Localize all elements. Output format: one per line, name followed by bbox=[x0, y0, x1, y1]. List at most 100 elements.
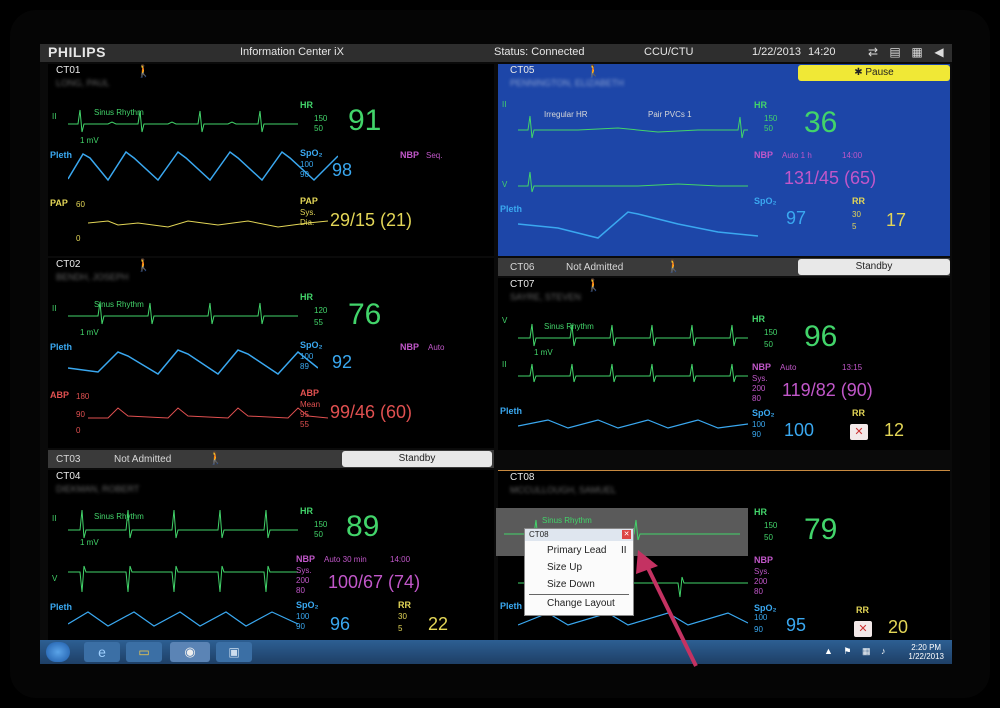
hr-label: HR bbox=[300, 100, 313, 110]
tray-icons[interactable]: ▲ ⚑ ▦ ♪ bbox=[824, 646, 889, 657]
abp-value: 99/46 (60) bbox=[330, 402, 413, 422]
hr-alarm-high: 150 bbox=[764, 328, 778, 337]
folder-icon[interactable]: ▭ bbox=[126, 642, 162, 662]
ecg-v-waveform bbox=[518, 171, 748, 193]
pap-dia-label: Dia. bbox=[300, 218, 315, 227]
lead-ii-label: II bbox=[502, 360, 507, 369]
patient-name: BENDH, JOSEPH bbox=[56, 272, 129, 282]
hr-alarm-high: 150 bbox=[314, 520, 328, 529]
hr-value: 76 bbox=[348, 298, 382, 331]
hr-value: 36 bbox=[804, 106, 838, 139]
bed-tile-ct04[interactable]: CT04 DIEKMAN, ROBERT II Sinus Rhythm 1 m… bbox=[48, 470, 494, 640]
close-icon[interactable]: ✕ bbox=[622, 530, 631, 539]
hr-label: HR bbox=[752, 314, 765, 324]
printer-icon[interactable]: ▤ bbox=[888, 45, 902, 59]
nbp-time: 14:00 bbox=[842, 151, 863, 160]
alarm-off-icon[interactable]: ✕ bbox=[854, 621, 872, 637]
bed-tile-ct07[interactable]: CT07 🚶 SAYRE, STEVEN V Sinus Rhythm 1 mV… bbox=[498, 278, 950, 450]
taskbar-clock[interactable]: 2:20 PM 1/22/2013 bbox=[908, 643, 944, 661]
menu-item-change-layout[interactable]: Change Layout bbox=[547, 598, 615, 609]
abp-alarm-high: 95 bbox=[300, 410, 309, 419]
hr-label: HR bbox=[300, 506, 313, 516]
bed-tile-ct02[interactable]: CT02 🚶 BENDH, JOSEPH II Sinus Rhythm 1 m… bbox=[48, 258, 494, 448]
annotation-arrow bbox=[636, 550, 698, 667]
spo2-label: SpO₂ bbox=[754, 196, 777, 206]
hr-alarm-low: 50 bbox=[314, 530, 323, 539]
bed-tile-ct06[interactable]: CT06 Not Admitted 🚶 Standby bbox=[498, 258, 950, 276]
rr-value: 20 bbox=[888, 617, 909, 637]
rr-label: RR bbox=[398, 600, 411, 610]
hr-value: 79 bbox=[804, 513, 838, 546]
spo2-value: 96 bbox=[330, 614, 351, 634]
spo2-alarm-low: 89 bbox=[300, 362, 309, 371]
scale-label: 1 mV bbox=[80, 328, 99, 337]
nbp-sys-label: Sys. bbox=[754, 567, 770, 576]
bed-tile-ct05[interactable]: CT05 🚶 PENNINGTON, ELIZABETH ✱ Pause II … bbox=[498, 64, 950, 256]
abp-scale-low: 0 bbox=[76, 426, 81, 435]
patient-name: MCCULLOUGH, SAMUEL bbox=[510, 485, 617, 495]
hr-alarm-high: 120 bbox=[314, 306, 328, 315]
nbp-time: 14:00 bbox=[390, 555, 411, 564]
ambulatory-icon: 🚶 bbox=[586, 64, 601, 78]
start-button[interactable] bbox=[46, 642, 70, 662]
nbp-label: NBP bbox=[296, 554, 316, 564]
menu-item-primary-lead[interactable]: Primary Lead bbox=[547, 545, 606, 556]
rr-alarm-low: 5 bbox=[398, 624, 403, 633]
standby-button[interactable]: Standby bbox=[798, 259, 950, 275]
menu-item-size-down[interactable]: Size Down bbox=[547, 579, 595, 590]
patient-transfer-icon[interactable]: ⇄ bbox=[866, 45, 880, 59]
standby-button[interactable]: Standby bbox=[342, 451, 492, 467]
time-display: 14:20 bbox=[808, 46, 836, 58]
nbp-mode: Auto 1 h bbox=[782, 151, 812, 160]
hr-label: HR bbox=[754, 100, 767, 110]
hr-alarm-high: 150 bbox=[764, 114, 778, 123]
nbp-label: NBP bbox=[400, 150, 420, 160]
nbp-alarm-high: 200 bbox=[296, 576, 310, 585]
window-icon[interactable]: ▣ bbox=[216, 642, 252, 662]
pap-value: 29/15 (21) bbox=[330, 210, 413, 230]
patient-name: LONG, PAUL bbox=[56, 78, 110, 88]
nbp-time: 13:15 bbox=[842, 363, 863, 372]
audio-pause-icon[interactable]: ◀ bbox=[932, 45, 946, 59]
alarm-off-icon[interactable]: ✕ bbox=[850, 424, 868, 440]
spo2-value: 97 bbox=[786, 208, 807, 228]
context-menu[interactable]: CT08 ✕ Primary Lead II Size Up Size Down… bbox=[524, 528, 634, 616]
bed-tile-ct03[interactable]: CT03 Not Admitted 🚶 Standby bbox=[48, 450, 494, 468]
pleth-waveform bbox=[68, 150, 338, 182]
hr-alarm-low: 50 bbox=[764, 533, 773, 542]
rr-label: RR bbox=[852, 408, 865, 418]
ecg-waveform bbox=[518, 115, 748, 139]
nbp-sys-label: Sys. bbox=[752, 374, 768, 383]
menu-item-size-up[interactable]: Size Up bbox=[547, 562, 582, 573]
abp-alarm-low: 55 bbox=[300, 420, 309, 429]
bed-tile-ct01[interactable]: CT01 🚶 LONG, PAUL II Sinus Rhythm 1 mV P… bbox=[48, 64, 494, 256]
primary-lead-value: II bbox=[621, 545, 627, 556]
ecg-waveform bbox=[518, 323, 748, 347]
spo2-alarm-high: 100 bbox=[754, 613, 768, 622]
hr-label: HR bbox=[300, 292, 313, 302]
pleth-waveform bbox=[518, 211, 758, 239]
spo2-value: 92 bbox=[332, 352, 353, 372]
abp-mean-label: Mean bbox=[300, 400, 321, 409]
rr-alarm-high: 30 bbox=[398, 612, 407, 621]
spo2-value: 100 bbox=[784, 420, 815, 440]
nbp-mode: Seq. bbox=[426, 151, 443, 160]
connection-status: Status: Connected bbox=[494, 46, 585, 58]
hr-value: 91 bbox=[348, 104, 382, 137]
spo2-alarm-low: 90 bbox=[300, 170, 309, 179]
bed-label: CT04 bbox=[56, 471, 81, 482]
monitor-app-icon[interactable]: ◉ bbox=[170, 642, 210, 662]
hr-alarm-high: 150 bbox=[764, 521, 778, 530]
abp-waveform bbox=[88, 407, 328, 419]
pap-sys-label: Sys. bbox=[300, 208, 316, 217]
hr-label: HR bbox=[754, 507, 767, 517]
bed-label: CT06 bbox=[510, 262, 535, 273]
report-icon[interactable]: ▦ bbox=[910, 45, 924, 59]
nbp-label: NBP bbox=[754, 555, 774, 565]
pause-button[interactable]: ✱ Pause bbox=[798, 65, 950, 81]
admit-status: Not Admitted bbox=[114, 454, 172, 465]
hr-alarm-low: 50 bbox=[764, 340, 773, 349]
rr-label: RR bbox=[856, 605, 869, 615]
browser-icon[interactable]: e bbox=[84, 642, 120, 662]
rr-label: RR bbox=[852, 196, 865, 206]
